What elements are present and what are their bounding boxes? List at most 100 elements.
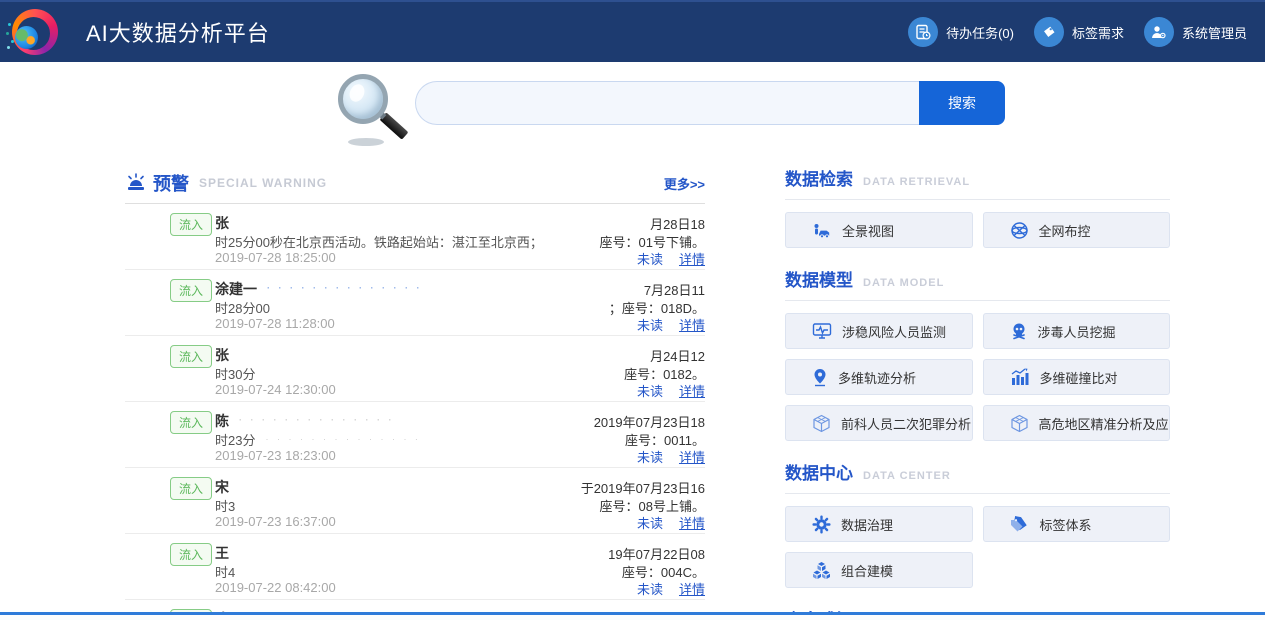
warning-item[interactable]: 流入王19年07月22日08时4座号：004C。2019-07-22 08:42… <box>125 534 705 600</box>
function-section: 数据检索 DATA RETRIEVAL 全景视图 全网布控 <box>785 165 1170 248</box>
function-button[interactable]: 多维碰撞比对 <box>983 359 1171 395</box>
search-input[interactable] <box>415 81 919 125</box>
warning-item[interactable]: 流入陈2019年07月23日18时23分座号：0011。2019-07-23 1… <box>125 402 705 468</box>
unread-label[interactable]: 未读 <box>637 582 663 597</box>
warning-item[interactable]: 流入张月24日12时30分座号：0182。2019-07-24 12:30:00… <box>125 336 705 402</box>
detail-link[interactable]: 详情 <box>679 384 705 399</box>
siren-icon <box>125 173 147 193</box>
app-logo-icon <box>12 9 58 55</box>
function-button[interactable]: 涉毒人员挖掘 <box>983 313 1171 349</box>
function-section: 数据模型DATA MODEL涉稳风险人员监测涉毒人员挖掘多维轨迹分析多维碰撞比对… <box>785 266 1170 441</box>
section-title: 数据模型 <box>785 266 853 291</box>
function-button[interactable]: 全景视图 <box>785 212 973 248</box>
function-button[interactable]: 涉稳风险人员监测 <box>785 313 973 349</box>
item-timestamp: 2019-07-28 18:25:00 <box>215 250 336 265</box>
map-pin-icon <box>812 368 828 387</box>
topbar: AI大数据分析平台 待办任务(0)标签需求系统管理员 <box>0 0 1265 62</box>
item-links: 未读 详情 <box>637 513 705 532</box>
warning-item[interactable]: 流入张月28日18时25分00秒在北京西活动。铁路起始站：湛江至北京西；座号：0… <box>125 204 705 270</box>
function-button[interactable]: 前科人员二次犯罪分析 <box>785 405 973 441</box>
nav-item-admin[interactable]: 系统管理员 <box>1144 17 1247 47</box>
redacted-text <box>239 415 394 425</box>
item-links: 未读 详情 <box>637 315 705 334</box>
function-section: 数据中心 DATA CENTER 数据治理 标签体系组合建模 <box>785 459 1170 588</box>
item-timestamp: 2019-07-23 16:37:00 <box>215 514 336 529</box>
warning-item[interactable]: 流入宋于2019年07月23日16时3座号：08号上铺。2019-07-23 1… <box>125 468 705 534</box>
nav-item-tag[interactable]: 标签需求 <box>1034 17 1124 47</box>
bottom-margin <box>0 615 1265 620</box>
unread-label[interactable]: 未读 <box>637 450 663 465</box>
warning-panel: 预警 SPECIAL WARNING 更多>> 流入张月28日18时25分00秒… <box>125 165 705 620</box>
item-description: 时30分 <box>215 364 255 383</box>
inflow-badge: 流入 <box>170 279 212 302</box>
function-button-label: 涉稳风险人员监测 <box>842 322 946 341</box>
detail-link[interactable]: 详情 <box>679 450 705 465</box>
detail-link[interactable]: 详情 <box>679 582 705 597</box>
warning-title: 预警 <box>153 170 189 196</box>
cube-icon <box>1010 414 1029 433</box>
unread-label[interactable]: 未读 <box>637 318 663 333</box>
item-date-fragment: 月24日12 <box>650 346 705 365</box>
function-button[interactable]: 数据治理 <box>785 506 973 542</box>
nav-label: 标签需求 <box>1072 23 1124 42</box>
unread-label[interactable]: 未读 <box>637 252 663 267</box>
item-timestamp: 2019-07-28 11:28:00 <box>215 316 335 331</box>
admin-icon <box>1144 17 1174 47</box>
item-links: 未读 详情 <box>637 381 705 400</box>
todo-icon <box>908 17 938 47</box>
inflow-badge: 流入 <box>170 345 212 368</box>
divider <box>785 199 1170 200</box>
unread-label[interactable]: 未读 <box>637 516 663 531</box>
section-header: 数据中心 DATA CENTER <box>785 459 1170 489</box>
section-title: 数据检索 <box>785 165 853 190</box>
function-button[interactable]: 高危地区精准分析及应用 <box>983 405 1171 441</box>
detail-link[interactable]: 详情 <box>679 252 705 267</box>
person-name: 涂建一 <box>215 279 422 299</box>
item-timestamp: 2019-07-24 12:30:00 <box>215 382 336 397</box>
section-subtitle: DATA RETRIEVAL <box>863 176 970 188</box>
detail-link[interactable]: 详情 <box>679 318 705 333</box>
warning-item[interactable]: 流入涂建一7月28日11时28分00；座号：018D。2019-07-28 11… <box>125 270 705 336</box>
tag-icon <box>1034 17 1064 47</box>
divider <box>785 493 1170 494</box>
more-link[interactable]: 更多>> <box>664 174 705 193</box>
function-button[interactable]: 多维轨迹分析 <box>785 359 973 395</box>
divider <box>785 300 1170 301</box>
top-nav: 待办任务(0) 标签需求 系统管理员 <box>908 17 1247 47</box>
magnifier-illustration-icon <box>332 72 414 150</box>
item-links: 未读 详情 <box>637 579 705 598</box>
section-subtitle: DATA CENTER <box>863 470 951 482</box>
function-button[interactable]: 组合建模 <box>785 552 973 588</box>
redacted-text <box>265 434 420 444</box>
item-timestamp: 2019-07-22 08:42:00 <box>215 580 336 595</box>
button-grid: 数据治理 标签体系组合建模 <box>785 506 1170 588</box>
item-timestamp: 2019-07-23 18:23:00 <box>215 448 336 463</box>
item-date-fragment: 7月28日11 <box>644 280 705 299</box>
button-grid: 全景视图 全网布控 <box>785 212 1170 248</box>
function-button-label: 全景视图 <box>842 221 894 240</box>
detail-link[interactable]: 详情 <box>679 516 705 531</box>
cube-icon <box>812 414 831 433</box>
function-button[interactable]: 全网布控 <box>983 212 1171 248</box>
warning-subtitle: SPECIAL WARNING <box>199 176 327 190</box>
monitor-pulse-icon <box>812 322 832 340</box>
panorama-icon <box>812 221 832 239</box>
person-name: 张 <box>215 213 229 233</box>
item-description: 时25分00秒在北京西活动。铁路起始站：湛江至北京西； <box>215 232 543 251</box>
warning-panel-header: 预警 SPECIAL WARNING 更多>> <box>125 165 705 201</box>
item-links: 未读 详情 <box>637 447 705 466</box>
nav-item-todo[interactable]: 待办任务(0) <box>908 17 1014 47</box>
nav-label: 待办任务(0) <box>946 23 1014 42</box>
search-button[interactable]: 搜索 <box>919 81 1005 125</box>
item-links: 未读 详情 <box>637 249 705 268</box>
redacted-text <box>267 283 422 293</box>
item-description: 时3 <box>215 496 235 515</box>
person-name: 张 <box>215 345 229 365</box>
section-title: 数据中心 <box>785 459 853 484</box>
function-button-label: 标签体系 <box>1040 515 1092 534</box>
function-button[interactable]: 标签体系 <box>983 506 1171 542</box>
warning-list: 流入张月28日18时25分00秒在北京西活动。铁路起始站：湛江至北京西；座号：0… <box>125 204 705 620</box>
unread-label[interactable]: 未读 <box>637 384 663 399</box>
function-panel: 数据检索DATA RETRIEVAL全景视图全网布控数据模型DATA MODEL… <box>785 165 1170 620</box>
inflow-badge: 流入 <box>170 477 212 500</box>
